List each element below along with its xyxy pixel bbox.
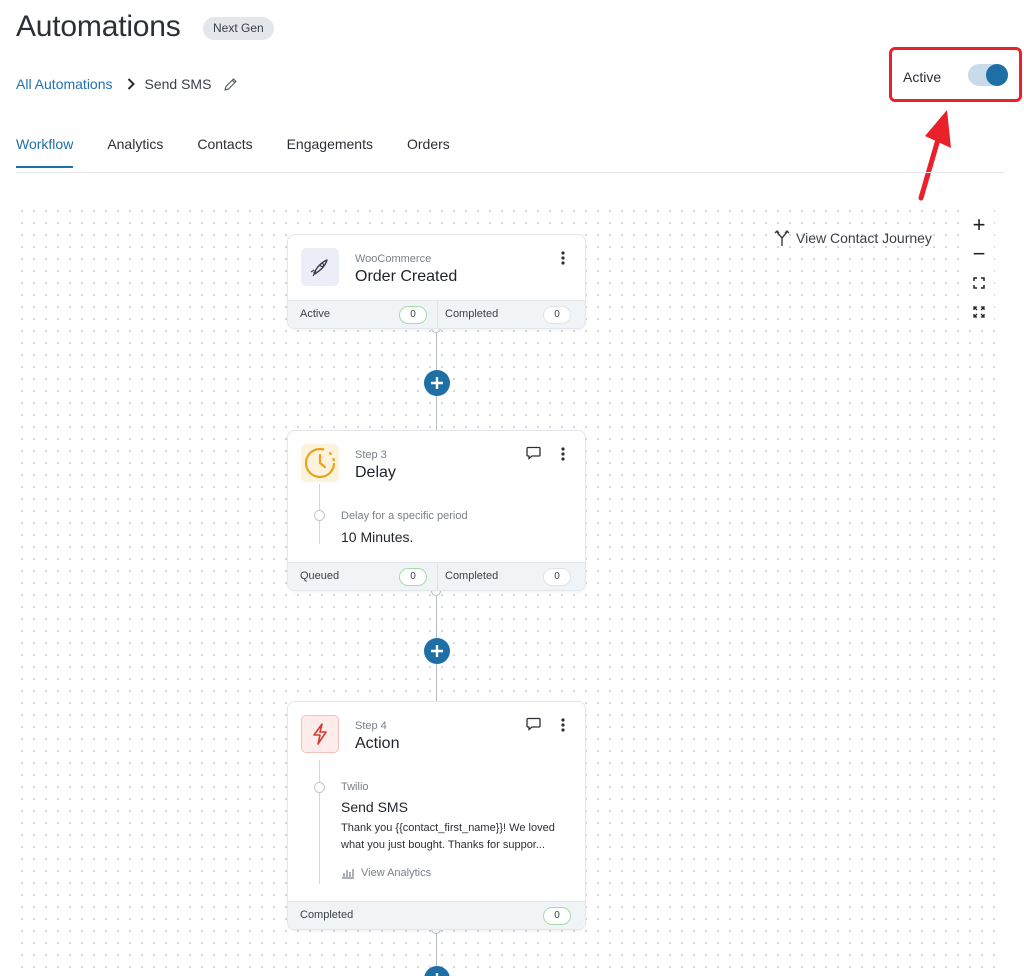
trigger-source: WooCommerce — [355, 253, 432, 265]
stat-active-count: 0 — [399, 306, 427, 324]
delay-detail-sub: Delay for a specific period — [341, 510, 468, 522]
view-contact-journey-label: View Contact Journey — [796, 230, 932, 246]
stat-completed-count: 0 — [543, 306, 571, 324]
trigger-card[interactable]: WooCommerce Order Created Active 0 Compl… — [287, 234, 586, 329]
stat-queued-count: 0 — [399, 568, 427, 586]
pencil-icon[interactable] — [223, 77, 238, 92]
active-toggle[interactable] — [968, 64, 1008, 86]
sms-message-preview: Thank you {{contact_first_name}}! We lov… — [341, 822, 555, 851]
branch-icon — [774, 230, 790, 246]
clock-icon — [301, 444, 339, 482]
trigger-stats: Active 0 Completed 0 — [288, 300, 585, 329]
zoom-in-button[interactable]: + — [964, 211, 994, 239]
detail-line — [319, 760, 320, 884]
next-gen-badge: Next Gen — [203, 17, 274, 40]
stat-completed-count: 0 — [543, 568, 571, 586]
delay-title: Delay — [355, 464, 396, 481]
chevron-right-icon — [127, 78, 135, 90]
zoom-out-button[interactable]: − — [964, 240, 994, 268]
fullscreen-icon — [973, 306, 985, 318]
plus-icon — [431, 377, 443, 389]
stat-completed-label: Completed — [300, 909, 354, 921]
kebab-menu-icon[interactable] — [561, 718, 565, 732]
action-provider: Twilio — [341, 781, 369, 793]
stat-completed-label: Completed — [445, 308, 499, 320]
delay-step: Step 3 — [355, 449, 387, 461]
delay-card[interactable]: Step 3 Delay Delay for a specific period… — [287, 430, 586, 591]
red-arrow-annotation — [918, 110, 951, 201]
status-label: Active — [903, 69, 942, 85]
breadcrumb-all-automations[interactable]: All Automations — [16, 76, 113, 92]
zoom-controls: + − — [964, 208, 994, 328]
fit-screen-button[interactable] — [964, 269, 994, 297]
action-title: Action — [355, 735, 400, 752]
add-step-button[interactable] — [424, 370, 450, 396]
kebab-menu-icon[interactable] — [561, 251, 565, 265]
stat-completed-count: 0 — [543, 907, 571, 925]
comment-icon[interactable] — [526, 717, 541, 731]
tab-analytics[interactable]: Analytics — [107, 136, 163, 168]
detail-dot — [314, 510, 325, 521]
tab-bar: Workflow Analytics Contacts Engagements … — [16, 136, 484, 168]
rocket-icon — [301, 248, 339, 286]
fullscreen-button[interactable] — [964, 298, 994, 326]
view-analytics-label: View Analytics — [361, 867, 432, 879]
tab-orders[interactable]: Orders — [407, 136, 450, 168]
page-title: Automations — [16, 10, 181, 43]
view-analytics-link[interactable]: View Analytics — [341, 867, 431, 879]
delay-duration: 10 Minutes. — [341, 529, 414, 545]
stat-divider — [437, 301, 438, 329]
plus-icon — [431, 645, 443, 657]
stat-divider — [437, 563, 438, 591]
bar-chart-icon — [342, 869, 354, 879]
tab-engagements[interactable]: Engagements — [287, 136, 373, 168]
action-card[interactable]: Step 4 Action Twilio Send SMS Thank you … — [287, 701, 586, 930]
stat-active-label: Active — [300, 308, 330, 320]
delay-stats: Queued 0 Completed 0 — [288, 562, 585, 591]
add-step-button[interactable] — [424, 638, 450, 664]
stat-completed-label: Completed — [445, 570, 499, 582]
detail-dot — [314, 782, 325, 793]
stat-queued-label: Queued — [300, 570, 340, 582]
toggle-knob — [986, 64, 1008, 86]
action-name: Send SMS — [341, 799, 408, 815]
fit-view-icon — [973, 277, 985, 289]
comment-icon[interactable] — [526, 446, 541, 460]
tabs-divider — [16, 172, 1004, 173]
action-stats: Completed 0 — [288, 901, 585, 929]
plus-icon — [435, 973, 439, 976]
action-step: Step 4 — [355, 720, 387, 732]
kebab-menu-icon[interactable] — [561, 447, 565, 461]
breadcrumb-current: Send SMS — [144, 76, 212, 92]
trigger-title: Order Created — [355, 268, 458, 285]
tab-contacts[interactable]: Contacts — [197, 136, 252, 168]
lightning-icon — [301, 715, 339, 753]
view-contact-journey-button[interactable]: View Contact Journey — [774, 229, 932, 247]
tab-workflow[interactable]: Workflow — [16, 136, 74, 168]
breadcrumb: All Automations Send SMS — [16, 74, 238, 94]
